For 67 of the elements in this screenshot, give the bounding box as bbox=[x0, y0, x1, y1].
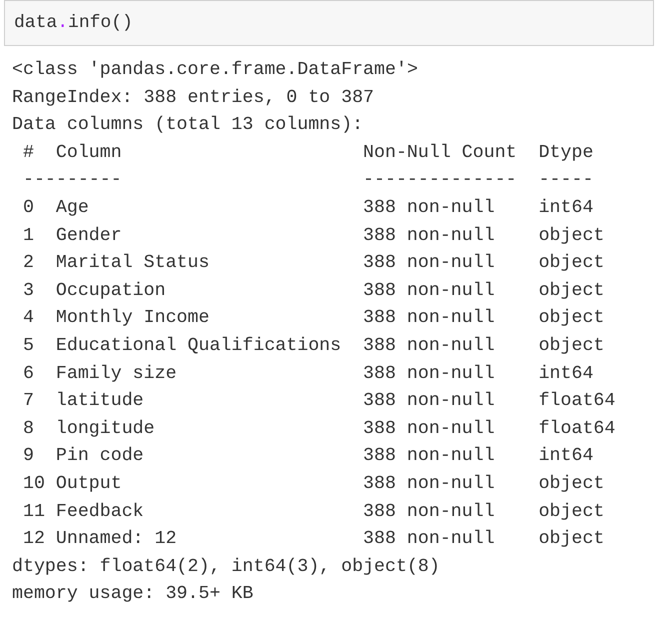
output-line: dtypes: float64(2), int64(3), object(8) bbox=[12, 556, 440, 579]
table-cell-text: object bbox=[538, 224, 606, 248]
dash-rule: ----- bbox=[538, 169, 594, 192]
table-cell-text: 2 bbox=[22, 252, 35, 276]
table-cell-text: 388 non-null bbox=[363, 528, 496, 552]
table-cell-text: 388 non-null bbox=[363, 445, 496, 468]
table-cell-text: Educational Qualifications bbox=[56, 334, 342, 358]
table-cell-text: Pin code bbox=[56, 445, 145, 468]
output-line: memory usage: 39.5+ KB bbox=[12, 583, 254, 606]
column-header: Column bbox=[56, 142, 123, 165]
table-cell-text: 12 bbox=[22, 528, 46, 552]
table-cell-text: Gender bbox=[56, 224, 123, 248]
table-cell-text: float64 bbox=[538, 390, 616, 414]
table-cell-text: 388 non-null bbox=[363, 472, 496, 496]
table-cell-text: 388 non-null bbox=[363, 224, 496, 248]
table-cell-text: int64 bbox=[538, 196, 594, 220]
table-cell-text: 388 non-null bbox=[363, 390, 496, 414]
table-cell-text: 388 non-null bbox=[363, 307, 496, 330]
table-cell-text: 388 non-null bbox=[363, 196, 496, 220]
table-cell-text: 388 non-null bbox=[363, 334, 496, 358]
table-cell-text: 388 non-null bbox=[363, 362, 496, 386]
table-cell-text: Output bbox=[56, 472, 123, 496]
table-cell-text: 9 bbox=[22, 445, 35, 468]
table-cell-text: 11 bbox=[22, 500, 46, 524]
table-cell-text: 8 bbox=[22, 418, 35, 441]
code-cell[interactable]: data.info() bbox=[4, 0, 654, 46]
output-line: RangeIndex: 388 entries, 0 to 387 bbox=[12, 86, 374, 110]
table-cell-text: longitude bbox=[56, 418, 156, 441]
table-cell-text: Family size bbox=[56, 362, 178, 386]
table-cell-text: object bbox=[538, 528, 606, 552]
table-cell-text: 6 bbox=[22, 362, 35, 386]
output-line: Data columns (total 13 columns): bbox=[12, 114, 364, 138]
table-cell-text: Occupation bbox=[56, 280, 167, 303]
table-cell-text: int64 bbox=[538, 362, 594, 386]
table-cell-text: 1 bbox=[22, 224, 35, 248]
table-cell-text: 3 bbox=[22, 280, 35, 303]
dash-rule: --- bbox=[22, 169, 56, 192]
dash-rule: -------------- bbox=[363, 169, 518, 192]
table-cell-text: 7 bbox=[22, 390, 35, 414]
code-line: data.info() bbox=[14, 13, 133, 33]
table-cell-text: 4 bbox=[22, 307, 35, 330]
table-cell-text: object bbox=[538, 280, 606, 303]
table-cell-text: 388 non-null bbox=[363, 418, 496, 441]
table-cell-text: 388 non-null bbox=[363, 280, 496, 303]
table-cell-text: 0 bbox=[22, 196, 35, 220]
table-cell-text: object bbox=[538, 307, 606, 330]
table-cell-text: 10 bbox=[22, 472, 46, 496]
table-cell-text: float64 bbox=[538, 418, 616, 441]
table-cell-text: 388 non-null bbox=[363, 500, 496, 524]
table-cell-text: object bbox=[538, 500, 606, 524]
column-header: Non-Null Count bbox=[363, 142, 518, 165]
table-cell-text: object bbox=[538, 472, 606, 496]
table-cell-text: 388 non-null bbox=[363, 252, 496, 276]
table-cell-text: Unnamed: 12 bbox=[56, 528, 178, 552]
column-header: # bbox=[22, 142, 35, 165]
dash-rule: ------ bbox=[56, 169, 123, 192]
table-cell-text: Monthly Income bbox=[56, 307, 210, 330]
table-cell-text: Feedback bbox=[56, 500, 145, 524]
table-cell-text: int64 bbox=[538, 445, 594, 468]
table-cell-text: 5 bbox=[22, 334, 35, 358]
table-cell-text: object bbox=[538, 334, 606, 358]
table-cell-text: latitude bbox=[56, 390, 145, 414]
output-line: <class 'pandas.core.frame.DataFrame'> bbox=[12, 59, 418, 82]
column-header: Dtype bbox=[538, 142, 594, 165]
table-cell-text: object bbox=[538, 252, 606, 276]
table-cell-text: Age bbox=[56, 196, 90, 220]
table-cell-text: Marital Status bbox=[56, 252, 210, 276]
